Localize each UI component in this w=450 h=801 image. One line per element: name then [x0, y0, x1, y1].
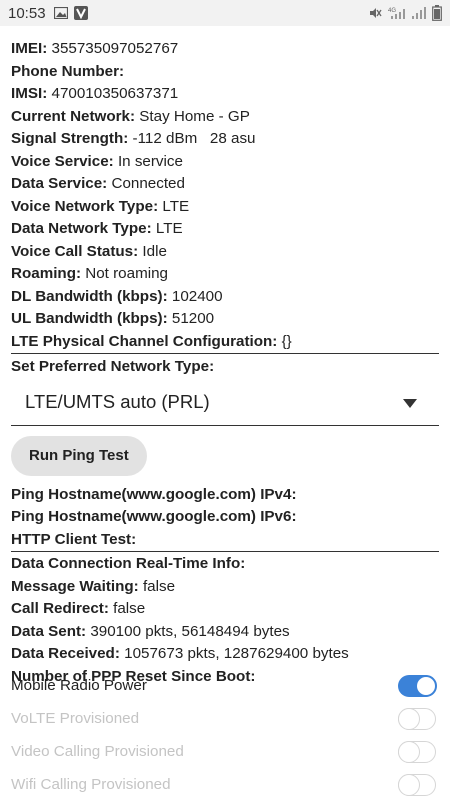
volte-provisioned-switch[interactable]: [398, 707, 436, 730]
data-service-row: Data Service: Connected: [11, 175, 185, 192]
imei-value: 355735097052767: [51, 40, 179, 57]
voice-service-row: Voice Service: In service: [11, 152, 183, 170]
phone-number-row: Phone Number:: [11, 62, 125, 80]
voice-call-status-row: Voice Call Status: Idle: [11, 242, 167, 260]
dl-bandwidth-row: DL Bandwidth (kbps): 102400: [11, 287, 223, 305]
image-notification-icon: [53, 7, 68, 19]
toggle-label: VoLTE Provisioned: [11, 710, 140, 727]
preferred-network-type-select[interactable]: LTE/UMTS auto (PRL): [11, 381, 439, 426]
http-client-test-row: HTTP Client Test:: [11, 529, 439, 552]
data-received-row: Data Received: 1057673 pkts, 1287629400 …: [11, 645, 349, 662]
data-connection-realtime-row: Data Connection Real-Time Info:: [11, 555, 246, 572]
wifi-calling-provisioned-toggle-row: Wifi Calling Provisioned: [11, 771, 439, 801]
wifi-calling-provisioned-switch[interactable]: [398, 773, 436, 796]
switch-knob: [398, 773, 420, 796]
battery-icon: [432, 5, 442, 21]
switch-knob: [398, 707, 420, 730]
status-time: 10:53: [8, 4, 46, 22]
data-network-type-row: Data Network Type: LTE: [11, 220, 183, 237]
call-redirect-row: Call Redirect: false: [11, 600, 146, 617]
mute-icon: [368, 6, 382, 20]
imsi-row: IMSI: 470010350637371: [11, 85, 179, 102]
switch-knob: [398, 740, 420, 763]
switch-knob: [415, 675, 437, 697]
mobile-radio-power-toggle-row: Mobile Radio Power: [11, 672, 439, 702]
run-ping-test-button[interactable]: Run Ping Test: [11, 435, 147, 476]
toggle-label: Wifi Calling Provisioned: [11, 776, 171, 793]
video-calling-provisioned-switch[interactable]: [398, 740, 436, 763]
current-network-row: Current Network: Stay Home - GP: [11, 107, 250, 125]
ping-ipv4-row: Ping Hostname(www.google.com) IPv4:: [11, 485, 297, 503]
data-sent-row: Data Sent: 390100 pkts, 56148494 bytes: [11, 622, 290, 640]
status-bar: 10:53 4G: [0, 0, 450, 26]
preferred-network-label-row: Set Preferred Network Type:: [11, 358, 215, 375]
volte-provisioned-toggle-row: VoLTE Provisioned: [11, 705, 439, 735]
app-v-notification-icon: [73, 6, 88, 20]
ul-bandwidth-row: UL Bandwidth (kbps): 51200: [11, 310, 215, 327]
signal-strength-row: Signal Strength: -112 dBm 28 asu: [11, 130, 256, 147]
message-waiting-row: Message Waiting: false: [11, 577, 176, 595]
toggle-label: Mobile Radio Power: [11, 677, 147, 694]
dropdown-arrow-icon: [403, 398, 417, 408]
signal-bars-icon: [412, 6, 426, 20]
imei-row: IMEI: 355735097052767: [11, 40, 179, 57]
ping-ipv6-row: Ping Hostname(www.google.com) IPv6:: [11, 508, 297, 525]
lte-physical-channel-row: LTE Physical Channel Configuration: {}: [11, 331, 439, 354]
roaming-row: Roaming: Not roaming: [11, 265, 168, 282]
svg-text:4G: 4G: [388, 8, 396, 14]
mobile-radio-power-switch[interactable]: [398, 675, 437, 697]
signal-4g-icon: 4G: [388, 6, 406, 20]
radio-info-content: IMEI: 355735097052767 Phone Number: IMSI…: [11, 38, 439, 688]
voice-network-type-row: Voice Network Type: LTE: [11, 197, 190, 215]
video-calling-provisioned-toggle-row: Video Calling Provisioned: [11, 738, 439, 768]
preferred-network-type-value: LTE/UMTS auto (PRL): [25, 390, 210, 412]
toggle-label: Video Calling Provisioned: [11, 743, 184, 760]
